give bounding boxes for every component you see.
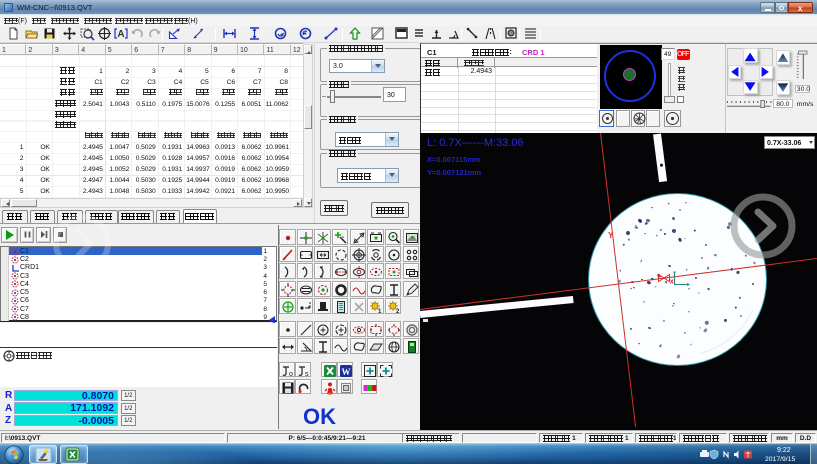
svg-text:W: W	[341, 367, 350, 377]
svg-text:1: 1	[378, 309, 382, 314]
svg-text:s: s	[305, 371, 309, 378]
svg-text:2: 2	[396, 309, 400, 314]
svg-text:x: x	[670, 279, 674, 286]
svg-text:o: o	[289, 371, 293, 378]
svg-text:A: A	[117, 29, 124, 40]
